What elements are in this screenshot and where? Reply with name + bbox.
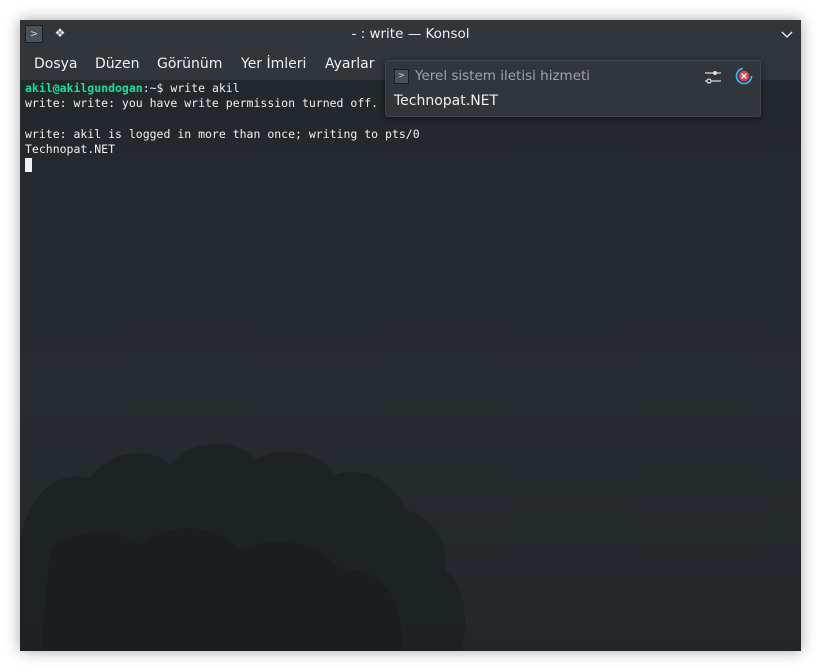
terminal-line: Technopat.NET	[25, 142, 116, 157]
menu-gorunum[interactable]: Görünüm	[157, 48, 222, 80]
prompt-user: akil@akilgundogan	[25, 81, 143, 95]
close-icon[interactable]	[735, 67, 753, 85]
terminal-line-prompt: akil@akilgundogan:~$ write akil	[25, 81, 420, 96]
menu-yer-imleri[interactable]: Yer İmleri	[241, 48, 306, 80]
menu-ayarlar[interactable]: Ayarlar	[325, 48, 374, 80]
background-tree-silhouette	[20, 443, 465, 651]
sliders-icon[interactable]	[704, 68, 722, 86]
terminal-icon: >	[394, 69, 409, 84]
notification-body: Technopat.NET	[394, 93, 499, 109]
prompt-path: :~$	[142, 81, 164, 95]
menu-dosya[interactable]: Dosya	[34, 48, 78, 80]
notification-app-name: Yerel sistem iletisi hizmeti	[415, 68, 591, 84]
title-bar[interactable]: > ❖ - : write — Konsol	[20, 20, 801, 48]
terminal-view[interactable]: akil@akilgundogan:~$ write akil write: w…	[20, 80, 801, 651]
menu-duzen[interactable]: Düzen	[95, 48, 140, 80]
terminal-cursor-line	[25, 157, 420, 173]
notification-popup[interactable]: > Yerel sistem iletisi hizmeti Technopat…	[385, 60, 761, 117]
window-title: - : write — Konsol	[351, 26, 470, 42]
terminal-output: akil@akilgundogan:~$ write akil write: w…	[25, 81, 420, 173]
prompt-command: write akil	[163, 81, 240, 95]
chevron-down-icon[interactable]	[779, 26, 795, 42]
text-cursor	[25, 158, 32, 173]
terminal-line: write: write: you have write permission …	[25, 96, 379, 111]
terminal-line: write: akil is logged in more than once;…	[25, 126, 420, 141]
